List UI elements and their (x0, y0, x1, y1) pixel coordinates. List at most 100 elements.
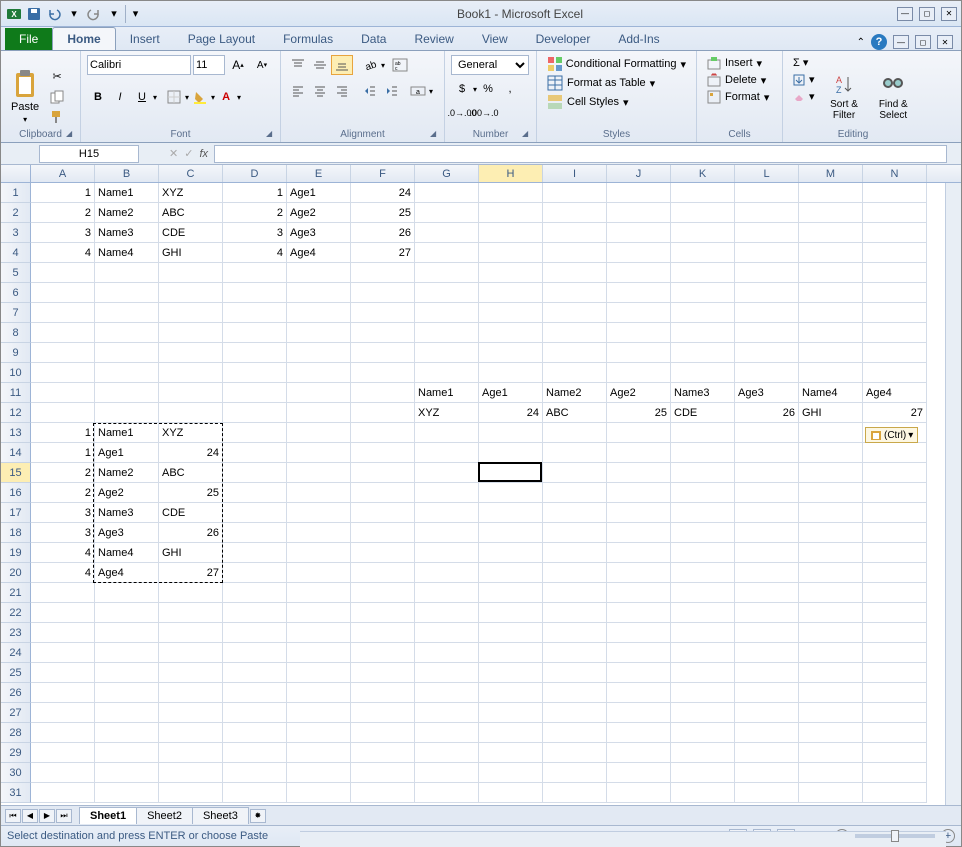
cell-M30[interactable] (799, 763, 863, 783)
cell-G12[interactable]: XYZ (415, 403, 479, 423)
cell-B17[interactable]: Name3 (95, 503, 159, 523)
cell-H24[interactable] (479, 643, 543, 663)
cell-J3[interactable] (607, 223, 671, 243)
cell-J4[interactable] (607, 243, 671, 263)
cell-I26[interactable] (543, 683, 607, 703)
cell-B19[interactable]: Name4 (95, 543, 159, 563)
cell-D27[interactable] (223, 703, 287, 723)
cell-D15[interactable] (223, 463, 287, 483)
row-header-17[interactable]: 17 (1, 503, 31, 523)
cell-C15[interactable]: ABC (159, 463, 223, 483)
cell-I28[interactable] (543, 723, 607, 743)
cell-L14[interactable] (735, 443, 799, 463)
tab-view[interactable]: View (468, 28, 522, 50)
cell-L17[interactable] (735, 503, 799, 523)
cell-B8[interactable] (95, 323, 159, 343)
cell-F22[interactable] (351, 603, 415, 623)
cell-E20[interactable] (287, 563, 351, 583)
cell-B22[interactable] (95, 603, 159, 623)
cell-I22[interactable] (543, 603, 607, 623)
cell-E31[interactable] (287, 783, 351, 803)
cell-C23[interactable] (159, 623, 223, 643)
cell-G8[interactable] (415, 323, 479, 343)
col-header-D[interactable]: D (223, 165, 287, 182)
cell-A15[interactable]: 2 (31, 463, 95, 483)
cell-H23[interactable] (479, 623, 543, 643)
cell-K21[interactable] (671, 583, 735, 603)
cell-M22[interactable] (799, 603, 863, 623)
delete-cells-button[interactable]: Delete ▾ (703, 72, 776, 88)
cell-E19[interactable] (287, 543, 351, 563)
row-header-29[interactable]: 29 (1, 743, 31, 763)
cell-C28[interactable] (159, 723, 223, 743)
cell-G11[interactable]: Name1 (415, 383, 479, 403)
cell-M15[interactable] (799, 463, 863, 483)
cell-A28[interactable] (31, 723, 95, 743)
cell-N29[interactable] (863, 743, 927, 763)
cell-L28[interactable] (735, 723, 799, 743)
cell-A14[interactable]: 1 (31, 443, 95, 463)
paste-options-button[interactable]: (Ctrl) ▾ (865, 427, 918, 443)
cell-G21[interactable] (415, 583, 479, 603)
tab-insert[interactable]: Insert (116, 28, 174, 50)
cell-F1[interactable]: 24 (351, 183, 415, 203)
cell-C17[interactable]: CDE (159, 503, 223, 523)
cell-N20[interactable] (863, 563, 927, 583)
cell-F23[interactable] (351, 623, 415, 643)
cell-K19[interactable] (671, 543, 735, 563)
cell-B26[interactable] (95, 683, 159, 703)
cell-C8[interactable] (159, 323, 223, 343)
cell-I31[interactable] (543, 783, 607, 803)
cell-I20[interactable] (543, 563, 607, 583)
cell-N8[interactable] (863, 323, 927, 343)
row-header-13[interactable]: 13 (1, 423, 31, 443)
cell-F30[interactable] (351, 763, 415, 783)
shrink-font-icon[interactable]: A▾ (251, 55, 273, 75)
cell-L23[interactable] (735, 623, 799, 643)
cell-D16[interactable] (223, 483, 287, 503)
cell-J31[interactable] (607, 783, 671, 803)
cell-I10[interactable] (543, 363, 607, 383)
cell-J20[interactable] (607, 563, 671, 583)
row-header-26[interactable]: 26 (1, 683, 31, 703)
align-middle-icon[interactable] (309, 55, 331, 75)
cell-E4[interactable]: Age4 (287, 243, 351, 263)
cell-B31[interactable] (95, 783, 159, 803)
minimize-ribbon-icon[interactable]: ⌃ (857, 37, 865, 48)
doc-close-button[interactable]: ✕ (937, 35, 953, 49)
cell-H14[interactable] (479, 443, 543, 463)
next-sheet-button[interactable]: ▶ (39, 809, 55, 823)
last-sheet-button[interactable]: ⏭ (56, 809, 72, 823)
chevron-down-icon[interactable]: ▾ (105, 5, 123, 23)
cell-N31[interactable] (863, 783, 927, 803)
align-left-icon[interactable] (287, 81, 309, 101)
cell-D8[interactable] (223, 323, 287, 343)
cell-M8[interactable] (799, 323, 863, 343)
cell-K14[interactable] (671, 443, 735, 463)
cell-I24[interactable] (543, 643, 607, 663)
cell-D21[interactable] (223, 583, 287, 603)
fx-icon[interactable]: fx (199, 148, 208, 160)
cell-L2[interactable] (735, 203, 799, 223)
cell-C20[interactable]: 27 (159, 563, 223, 583)
row-header-18[interactable]: 18 (1, 523, 31, 543)
cell-C7[interactable] (159, 303, 223, 323)
cell-M25[interactable] (799, 663, 863, 683)
cell-B20[interactable]: Age4 (95, 563, 159, 583)
cell-L31[interactable] (735, 783, 799, 803)
cell-E5[interactable] (287, 263, 351, 283)
cell-M12[interactable]: GHI (799, 403, 863, 423)
cell-E18[interactable] (287, 523, 351, 543)
format-cells-button[interactable]: Format ▾ (703, 89, 776, 105)
cell-F12[interactable] (351, 403, 415, 423)
cell-C3[interactable]: CDE (159, 223, 223, 243)
cell-E27[interactable] (287, 703, 351, 723)
cell-M1[interactable] (799, 183, 863, 203)
dialog-launcher-icon[interactable]: ◢ (266, 129, 276, 139)
cell-K15[interactable] (671, 463, 735, 483)
cell-J21[interactable] (607, 583, 671, 603)
cell-K7[interactable] (671, 303, 735, 323)
cell-N25[interactable] (863, 663, 927, 683)
cell-F4[interactable]: 27 (351, 243, 415, 263)
cell-G30[interactable] (415, 763, 479, 783)
